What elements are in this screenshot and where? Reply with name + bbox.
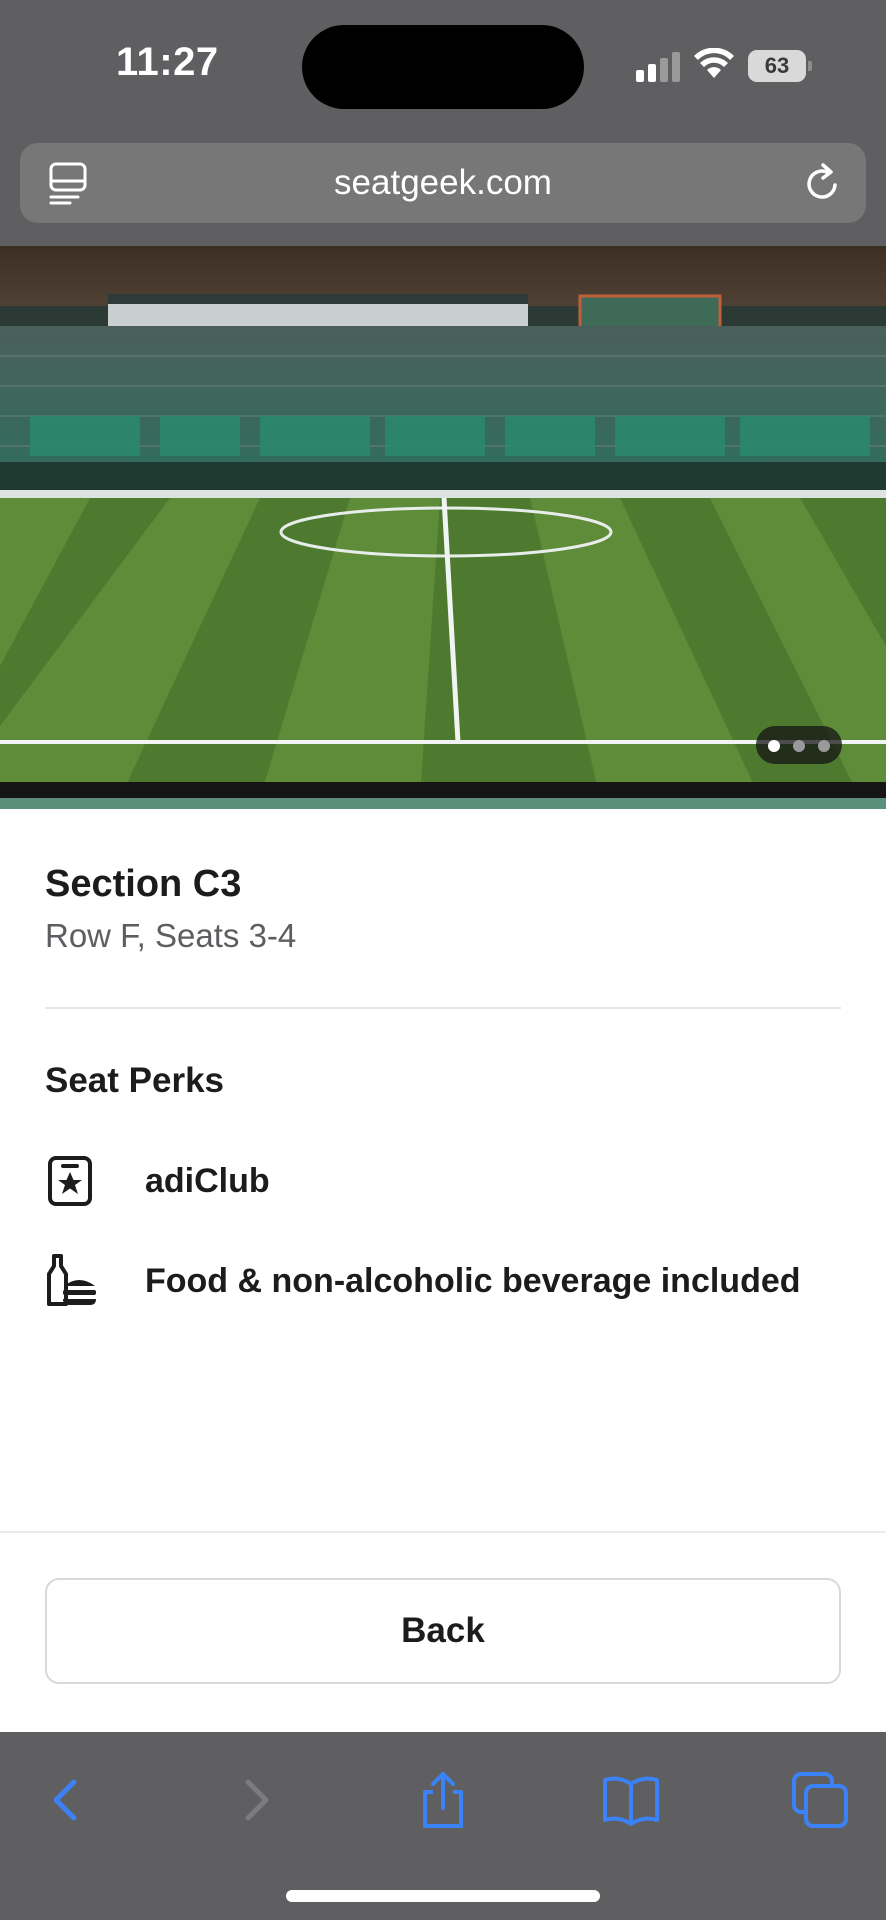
share-icon[interactable] xyxy=(413,1770,473,1830)
row-seats-text: Row F, Seats 3-4 xyxy=(45,917,297,954)
perk-label: Food & non-alcoholic beverage included xyxy=(145,1262,801,1300)
battery-level: 63 xyxy=(748,50,806,82)
seat-view-image[interactable] xyxy=(0,246,886,809)
bookmarks-icon[interactable] xyxy=(601,1770,661,1830)
reload-icon[interactable] xyxy=(802,161,844,205)
footer: Back xyxy=(0,1533,886,1732)
screen: 11:27 63 seatgeek.com Section C3 Row F, … xyxy=(0,0,886,1920)
membership-card-icon xyxy=(48,1156,92,1206)
battery-cap xyxy=(808,61,812,71)
cellular-signal-icon xyxy=(636,52,680,82)
carousel-indicator[interactable] xyxy=(756,726,842,764)
tabs-icon[interactable] xyxy=(790,1770,850,1830)
address-bar[interactable]: seatgeek.com xyxy=(20,143,866,223)
perk-item-adiclub: adiClub xyxy=(45,1150,865,1210)
status-time: 11:27 xyxy=(116,40,219,84)
carousel-dot-1[interactable] xyxy=(768,740,780,752)
battery-indicator: 63 xyxy=(748,50,812,82)
home-indicator xyxy=(286,1890,600,1902)
url-text[interactable]: seatgeek.com xyxy=(20,163,866,203)
seat-perks-heading: Seat Perks xyxy=(45,1061,225,1100)
back-arrow-icon[interactable] xyxy=(36,1770,96,1830)
stadium-illustration xyxy=(0,246,886,809)
perk-label: adiClub xyxy=(145,1162,270,1200)
carousel-dot-3[interactable] xyxy=(818,740,830,752)
food-drink-icon xyxy=(47,1254,96,1306)
forward-arrow-icon[interactable] xyxy=(226,1770,286,1830)
back-button[interactable]: Back xyxy=(45,1578,841,1684)
wifi-icon xyxy=(694,48,734,78)
carousel-dot-2[interactable] xyxy=(793,740,805,752)
section-title: Section C3 xyxy=(45,863,242,905)
dynamic-island xyxy=(302,25,584,109)
perk-item-food-beverage: Food & non-alcoholic beverage included xyxy=(45,1250,865,1310)
divider xyxy=(45,1007,841,1009)
